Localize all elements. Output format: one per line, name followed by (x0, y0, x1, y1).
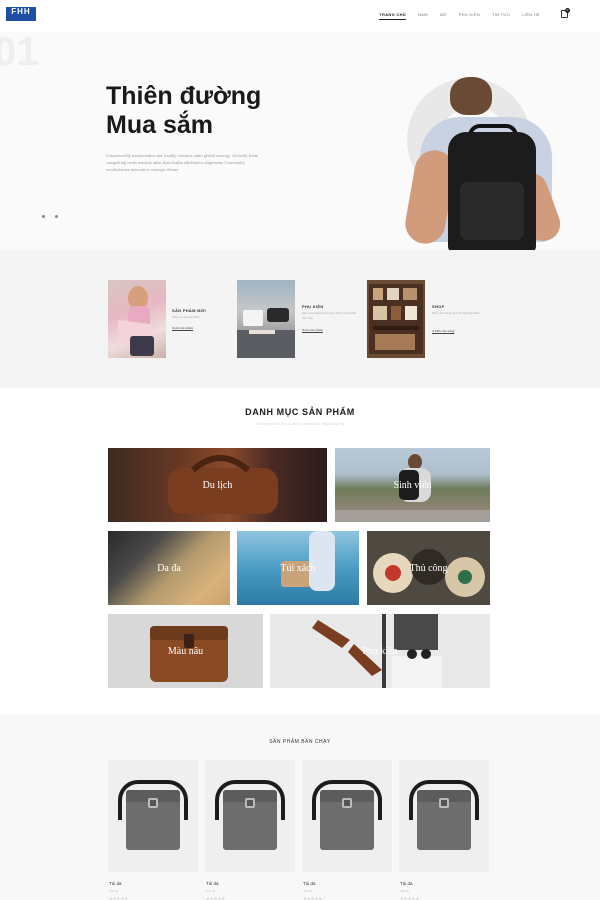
backpack-pocket (460, 182, 524, 240)
featured-section (0, 250, 600, 388)
product-name[interactable]: Túi da (303, 881, 316, 886)
featured-image-new[interactable] (108, 280, 166, 358)
category-handbag[interactable]: Túi xách (237, 531, 359, 605)
product-price: Túi da (400, 889, 410, 893)
category-label: Du lịch (202, 479, 233, 491)
bag-buckle (245, 798, 255, 808)
bag-buckle (148, 798, 158, 808)
category-label: Da đa (157, 562, 181, 574)
bag-buckle (439, 798, 449, 808)
bag-buckle (342, 798, 352, 808)
nav-accessories[interactable]: PHỤ KIỆN (459, 12, 480, 20)
category-label: Túi xách (280, 562, 316, 574)
product-card[interactable] (205, 760, 295, 872)
categories-subtitle: Lorem ipsum dolor sit amet, consectetur … (255, 421, 345, 426)
nav-contact[interactable]: LIÊN HỆ (522, 12, 540, 20)
site-header: FHH VIETNAM TRANG CHỦ NAM NỮ PHỤ KIỆN TI… (0, 0, 600, 32)
category-label: Phụ kiện (362, 645, 398, 657)
category-label: Màu nâu (167, 645, 204, 657)
featured-title-accessories: PHỤ KIỆN (302, 304, 324, 309)
category-label: Sinh viên (393, 479, 432, 491)
category-travel[interactable]: Du lịch (108, 448, 327, 522)
featured-link-shop[interactable]: ● Đến cửa hàng (432, 329, 454, 333)
slider-dot[interactable] (55, 215, 58, 218)
featured-link-accessories[interactable]: Xem sản phẩm (302, 328, 323, 332)
featured-subtitle-new: Mẫu xu hướng Mới (172, 315, 200, 319)
best-sellers-title: SẢN PHẨM BÁN CHẠY (269, 739, 331, 745)
slider-dot[interactable] (42, 215, 45, 218)
featured-link-shop-label: Đến cửa hàng (435, 329, 455, 333)
slide-number: 01 (0, 30, 39, 74)
star-icon: ★★★★★ (206, 896, 226, 900)
nav-women[interactable]: NỮ (440, 12, 447, 20)
featured-image-shop[interactable] (367, 280, 425, 358)
featured-link-new[interactable]: Xem sản phẩm (172, 326, 193, 330)
main-nav: TRANG CHỦ NAM NỮ PHỤ KIỆN TIN TỨC LIÊN H… (379, 12, 540, 20)
product-card[interactable] (108, 760, 198, 872)
category-brown[interactable]: Màu nâu (108, 614, 263, 688)
category-label: Thủ công (409, 562, 448, 574)
category-leather[interactable]: Da đa (108, 531, 230, 605)
cart-count-badge: 0 (565, 8, 570, 13)
nav-men[interactable]: NAM (418, 12, 428, 20)
hero-model-head (450, 77, 492, 115)
nav-news[interactable]: TIN TỨC (492, 12, 510, 20)
hero-description: Conprensedly monetoudint sinr fixably vi… (106, 153, 259, 172)
hero-section: 01 Thiên đường Mua sắm Conprensedly mone… (0, 30, 600, 254)
categories-title: DANH MỤC SẢN PHẨM (245, 407, 355, 417)
location-icon: ● (432, 329, 435, 333)
star-icon: ★★★★★ (303, 896, 323, 900)
product-card[interactable] (302, 760, 392, 872)
star-icon: ★★★★★ (400, 896, 420, 900)
featured-subtitle-accessories: Đặc biệt mẫu phối hợp thời trang dành ch… (302, 311, 357, 320)
nav-home[interactable]: TRANG CHỦ (379, 12, 406, 20)
accessories-graphic (237, 308, 295, 358)
featured-subtitle-shop: Đến cửa hàng để trải nghiệm mẫu (432, 311, 480, 315)
category-handmade[interactable]: Thủ công (367, 531, 490, 605)
featured-title-shop: SHOP (432, 304, 445, 309)
product-price: Túi da (206, 889, 216, 893)
product-name[interactable]: Túi da (109, 881, 122, 886)
featured-image-accessories[interactable] (237, 280, 295, 358)
star-icon: ★★★★★ (109, 896, 129, 900)
product-price: Túi da (303, 889, 313, 893)
category-student[interactable]: Sinh viên (335, 448, 490, 522)
shop-shelves-graphic (369, 284, 423, 354)
product-name[interactable]: Túi da (206, 881, 219, 886)
featured-title-new: SẢN PHẨM MỚI (172, 308, 206, 313)
hero-title-line2: Mua sắm (106, 111, 213, 139)
hero-title-line1: Thiên đường (106, 82, 262, 110)
product-price: Túi da (109, 889, 119, 893)
hero-title: Thiên đường Mua sắm (106, 82, 306, 140)
category-accessories[interactable]: Phụ kiện (270, 614, 490, 688)
product-name[interactable]: Túi da (400, 881, 413, 886)
woman-bag-graphic (117, 286, 154, 356)
logo-subtitle: VIETNAM (14, 17, 28, 21)
product-card[interactable] (399, 760, 489, 872)
slider-dots (42, 215, 58, 218)
